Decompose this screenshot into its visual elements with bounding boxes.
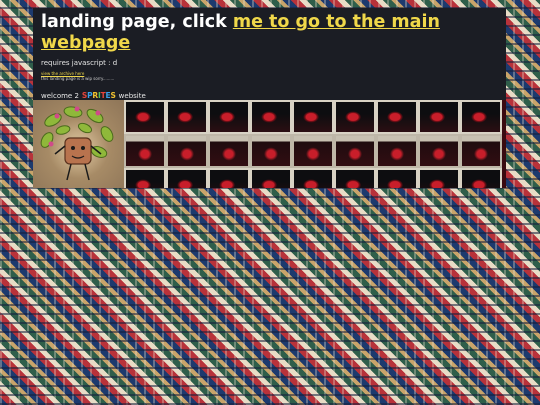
photo-tile	[418, 100, 460, 134]
photo-tile	[460, 134, 502, 168]
photo-tile	[208, 134, 250, 168]
photo-tile	[292, 168, 334, 188]
photo-tile	[418, 168, 460, 188]
photo-tile	[208, 168, 250, 188]
photo-tile	[334, 134, 376, 168]
photo-tile	[250, 100, 292, 134]
photo-tile	[460, 168, 502, 188]
photo-tile	[292, 134, 334, 168]
welcome-prefix: welcome 2	[41, 91, 79, 100]
landing-panel: landing page, click me to go to the main…	[33, 8, 506, 188]
photo-tile	[376, 134, 418, 168]
welcome-line: welcome 2 SPRITES website	[41, 91, 146, 100]
photo-tile	[334, 100, 376, 134]
photo-tile-strip	[124, 100, 506, 188]
sprites-logo: SPRITES	[81, 91, 116, 100]
photo-tile	[292, 100, 334, 134]
requires-javascript-note: requires javascript : d	[41, 59, 118, 67]
welcome-suffix: website	[118, 91, 146, 100]
plant-character-image	[33, 100, 124, 188]
photo-tile	[418, 134, 460, 168]
photo-tile	[376, 168, 418, 188]
photo-tile	[208, 100, 250, 134]
plant-character-icon	[40, 106, 114, 181]
photo-tile	[124, 100, 166, 134]
headline-lead: landing page, click	[41, 12, 233, 32]
photo-tile	[124, 168, 166, 188]
wip-sorry-note: this landing page is a wip sorry........…	[41, 76, 115, 81]
photo-tile	[124, 134, 166, 168]
page-title: landing page, click me to go to the main…	[41, 12, 501, 54]
photo-tile	[460, 100, 502, 134]
photo-tile	[166, 134, 208, 168]
photo-tile	[334, 168, 376, 188]
photo-tile	[250, 168, 292, 188]
photo-tile	[166, 168, 208, 188]
photo-tile	[166, 100, 208, 134]
photo-tile	[376, 100, 418, 134]
photo-tile	[250, 134, 292, 168]
